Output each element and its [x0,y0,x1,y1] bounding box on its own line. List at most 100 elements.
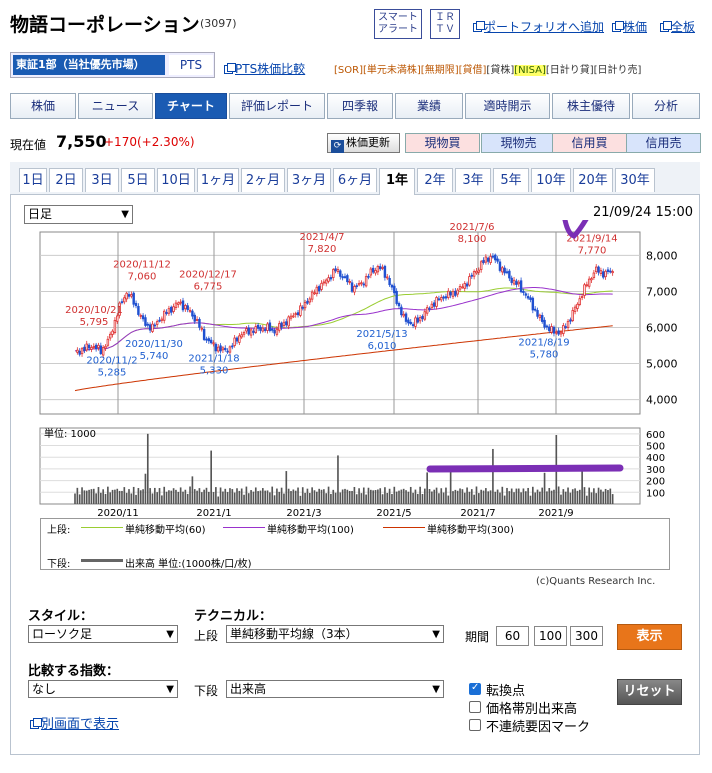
period-tab-2[interactable]: 3日 [85,168,119,192]
tab-report[interactable]: 評価レポート [229,93,325,119]
board-link[interactable]: 全板 [660,18,695,35]
volume-bar [269,492,271,504]
period-tab-14[interactable]: 20年 [573,168,613,192]
annotation-value: 6,775 [194,282,223,293]
candle-body [409,321,412,325]
tab-stock-price[interactable]: 株価 [10,93,76,119]
index-select[interactable]: なし ▼ [28,680,178,698]
period-tab-15[interactable]: 30年 [615,168,655,192]
candle-body [522,291,525,293]
period-tab-0[interactable]: 1日 [19,168,47,192]
volume-bar [132,486,135,504]
style-select[interactable]: ローソク足 ▼ [28,625,178,643]
reset-button[interactable]: リセット [617,679,682,705]
tab-benefits[interactable]: 株主優待 [552,93,630,119]
period-tab-4[interactable]: 10日 [157,168,195,192]
period-tab-3[interactable]: 5日 [121,168,155,192]
candle-body [172,306,175,312]
candle-body [153,324,157,327]
discontinuity-checkbox[interactable] [469,719,481,731]
period-tab-5[interactable]: 1ヶ月 [197,168,239,192]
volume-bar [125,492,128,504]
candle-body [97,344,100,349]
buy-margin-button[interactable]: 信用買 [552,133,627,153]
candle-body [120,301,124,304]
volume-bar [597,487,600,504]
volume-bar [323,489,325,504]
show-button[interactable]: 表示 [617,624,682,650]
primary-market-tab[interactable]: 東証1部（当社優先市場） [13,55,165,75]
pts-tab[interactable]: PTS [169,55,213,75]
period-tab-8[interactable]: 6ヶ月 [333,168,377,192]
volume-bar [273,495,276,504]
sell-margin-button[interactable]: 信用売 [626,133,701,153]
candle-body [90,347,93,350]
candle-body [374,270,377,274]
portfolio-add-link[interactable]: ポートフォリオへ追加 [473,18,604,35]
volume-bar [409,486,412,504]
volume-bar [468,491,471,504]
volume-bar [311,487,313,504]
tab-analysis[interactable]: 分析 [632,93,700,119]
volume-bar [358,488,360,504]
pts-compare-link[interactable]: PTS株価比較 [224,60,305,77]
volume-bar [489,490,492,504]
upper-technical-select[interactable]: 単純移動平均線（3本） ▼ [226,625,444,643]
separate-window-link[interactable]: 別画面で表示 [30,713,119,732]
candle-body [364,276,368,287]
period-tab-9[interactable]: 1年 [379,168,415,195]
candle-body [381,267,384,269]
tab-disclosure[interactable]: 適時開示 [465,93,550,119]
volume-bar [172,488,175,504]
candle-body [538,314,542,319]
period-tab-1[interactable]: 2日 [49,168,83,192]
tab-shikiho[interactable]: 四季報 [327,93,393,119]
volume-bar [510,488,513,504]
turning-point-label: 転換点 [486,684,526,699]
candle-body [184,305,187,310]
volume-bar [449,469,452,504]
period-input-1[interactable]: 60 [496,626,529,646]
tab-news[interactable]: ニュース [78,93,153,119]
period-tab-13[interactable]: 10年 [531,168,571,192]
buy-cash-button[interactable]: 現物買 [405,133,480,153]
volume-bar [217,496,220,504]
turning-point-checkbox[interactable] [469,682,481,695]
candle-body [334,268,337,272]
candle-body [498,261,502,271]
stock-price-link[interactable]: 株価 [612,18,647,35]
volume-bar [524,491,527,504]
candle-body [362,283,366,286]
volume-bar [233,492,236,504]
smart-alert-button[interactable]: スマート アラート [374,9,422,39]
volume-bar [557,486,560,504]
volume-profile-checkbox[interactable] [469,701,481,713]
period-input-3[interactable]: 300 [570,626,603,646]
lower-technical-select[interactable]: 出来高 ▼ [226,680,444,698]
volume-bar [85,490,88,504]
tab-earnings[interactable]: 業績 [395,93,463,119]
period-tab-11[interactable]: 3年 [455,168,491,192]
period-tab-6[interactable]: 2ヶ月 [241,168,285,192]
annotation-date: 2021/7/6 [450,222,495,233]
y-tick-label: 6,000 [646,322,678,335]
volume-unit: 単位: 1000 [44,427,96,440]
legend-ma300-swatch [383,527,425,528]
tab-chart[interactable]: チャート [155,93,227,119]
candle-body [301,306,304,309]
volume-bar [372,490,374,504]
candle-body [383,265,387,278]
candle-body [475,270,478,274]
volume-bar [402,488,405,504]
ir-tv-button[interactable]: ＩＲ ＴＶ [430,9,460,39]
candle-body [78,350,81,355]
annotation-value: 5,740 [140,351,169,362]
period-tab-12[interactable]: 5年 [493,168,529,192]
period-tab-7[interactable]: 3ヶ月 [287,168,331,192]
volume-bar [196,490,198,504]
candle-body [597,266,600,273]
period-input-2[interactable]: 100 [534,626,567,646]
refresh-button[interactable]: ⟳ 株価更新 [327,133,400,153]
period-tab-10[interactable]: 2年 [417,168,453,192]
sell-cash-button[interactable]: 現物売 [481,133,556,153]
